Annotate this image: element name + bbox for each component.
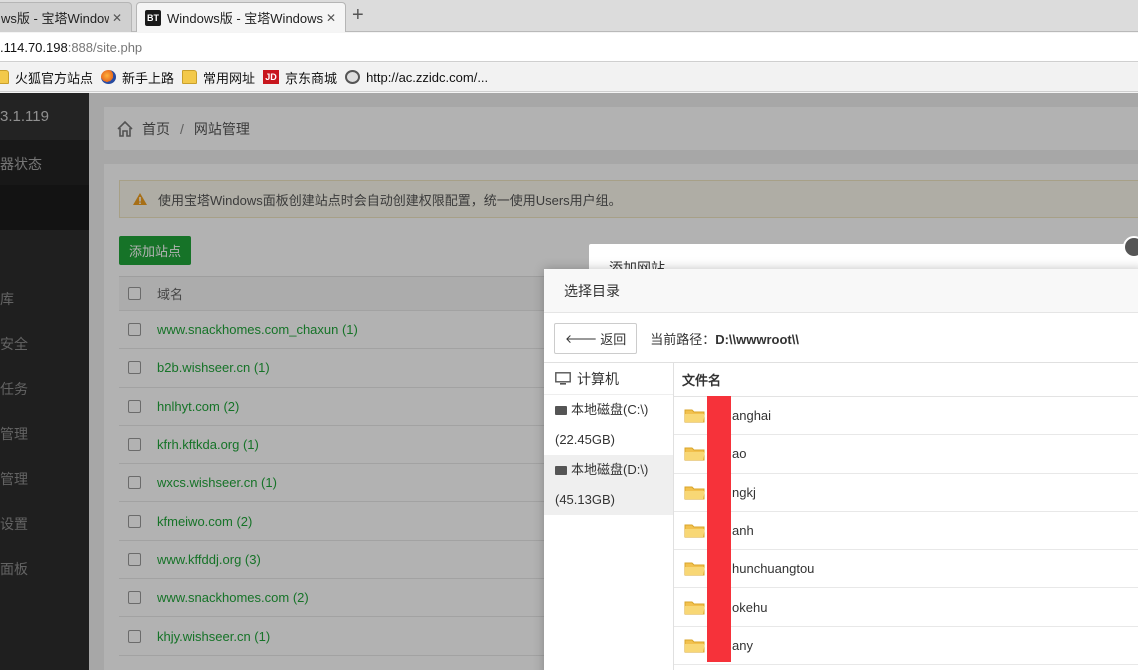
dialog-title: 选择目录 <box>544 269 1138 313</box>
folder-icon <box>684 562 705 576</box>
bookmarks-bar: 火狐官方站点 新手上路 常用网址 JD 京东商城 http://ac.zzidc… <box>0 63 1138 92</box>
folder-icon <box>684 524 705 538</box>
close-icon[interactable] <box>1123 236 1138 258</box>
current-path: 当前路径：D:\\wwwroot\\ <box>650 329 799 348</box>
bookmark-item[interactable]: 新手上路 <box>101 68 174 87</box>
bookmark-label: 常用网址 <box>203 70 256 86</box>
bookmark-item[interactable]: 常用网址 <box>182 68 255 87</box>
browser-tab-active[interactable]: BT Windows版 - 宝塔Windows ✕ <box>136 2 346 32</box>
folder-icon <box>684 486 705 500</box>
drive-icon <box>555 466 567 475</box>
browser-tab-inactive[interactable]: ws版 - 宝塔Windows ✕ <box>0 2 132 32</box>
computer-node[interactable]: 计算机 <box>544 363 673 395</box>
drive-size: (22.45GB) <box>555 432 615 447</box>
bookmark-item[interactable]: 火狐官方站点 <box>0 68 93 87</box>
address-bar[interactable]: .114.70.198:888/site.php <box>0 33 1138 62</box>
jd-icon: JD <box>263 70 280 84</box>
tab-title: Windows版 - 宝塔Windows <box>167 11 323 26</box>
drive-item-d[interactable]: 本地磁盘(D:\) (45.13GB) <box>544 455 673 515</box>
bt-favicon-icon: BT <box>145 9 161 26</box>
drive-size: (45.13GB) <box>555 492 615 507</box>
folder-name: hunchuangtou <box>732 561 815 577</box>
file-list: 文件名 anghai ao ngkj anh hunchuangtou okeh… <box>674 362 1138 670</box>
directory-picker-dialog: 选择目录 🡐 返回 当前路径：D:\\wwwroot\\ 计算机 本地磁盘(C:… <box>544 269 1138 670</box>
folder-row[interactable]: any <box>674 627 1138 666</box>
drive-list: 计算机 本地磁盘(C:\) (22.45GB) 本地磁盘(D:\) (45.13… <box>544 362 674 670</box>
bookmark-label: http://ac.zzidc.com/... <box>366 69 489 85</box>
new-tab-icon[interactable]: + <box>352 4 364 26</box>
folder-icon <box>0 70 9 84</box>
folder-icon <box>684 639 705 653</box>
folder-row[interactable]: ao <box>674 435 1138 474</box>
path-value: D:\\wwwroot\\ <box>715 331 799 347</box>
url-path: :888/site.php <box>67 39 143 55</box>
bookmark-item[interactable]: http://ac.zzidc.com/... <box>345 70 488 85</box>
close-icon[interactable]: ✕ <box>323 11 339 25</box>
drive-item-c[interactable]: 本地磁盘(C:\) (22.45GB) <box>544 395 673 455</box>
redaction-bar <box>707 396 731 662</box>
computer-label: 计算机 <box>577 370 619 387</box>
drive-name: 本地磁盘(C:\) <box>571 402 649 417</box>
firefox-icon <box>101 70 117 84</box>
close-icon[interactable]: ✕ <box>109 11 125 25</box>
column-header-filename: 文件名 <box>674 363 1138 397</box>
folder-icon <box>182 70 198 84</box>
folder-icon <box>684 601 705 615</box>
path-bar: 🡐 返回 当前路径：D:\\wwwroot\\ <box>554 322 799 354</box>
folder-row[interactable]: ngkj <box>674 474 1138 512</box>
folder-icon <box>684 447 705 461</box>
globe-icon <box>345 70 361 84</box>
bookmark-label: 火狐官方站点 <box>15 70 94 86</box>
browser-tab-bar: ws版 - 宝塔Windows ✕ BT Windows版 - 宝塔Window… <box>0 0 1138 32</box>
url-host: .114.70.198 <box>0 39 68 55</box>
path-label: 当前路径： <box>650 331 716 347</box>
folder-row[interactable]: hunchuangtou <box>674 550 1138 589</box>
drive-icon <box>555 406 567 415</box>
bookmark-item[interactable]: JD 京东商城 <box>263 68 337 87</box>
back-button[interactable]: 🡐 返回 <box>554 322 638 354</box>
folder-icon <box>684 409 705 423</box>
arrow-left-icon: 🡐 <box>565 331 598 346</box>
tab-title: ws版 - 宝塔Windows <box>1 11 109 26</box>
bookmark-label: 京东商城 <box>285 70 338 86</box>
computer-icon <box>555 372 571 385</box>
bookmark-label: 新手上路 <box>122 70 175 86</box>
folder-row[interactable]: anh <box>674 512 1138 551</box>
folder-row[interactable]: anghai <box>674 397 1138 436</box>
back-label: 返回 <box>600 331 627 347</box>
folder-row[interactable]: okehu <box>674 588 1138 627</box>
drive-name: 本地磁盘(D:\) <box>571 462 649 477</box>
